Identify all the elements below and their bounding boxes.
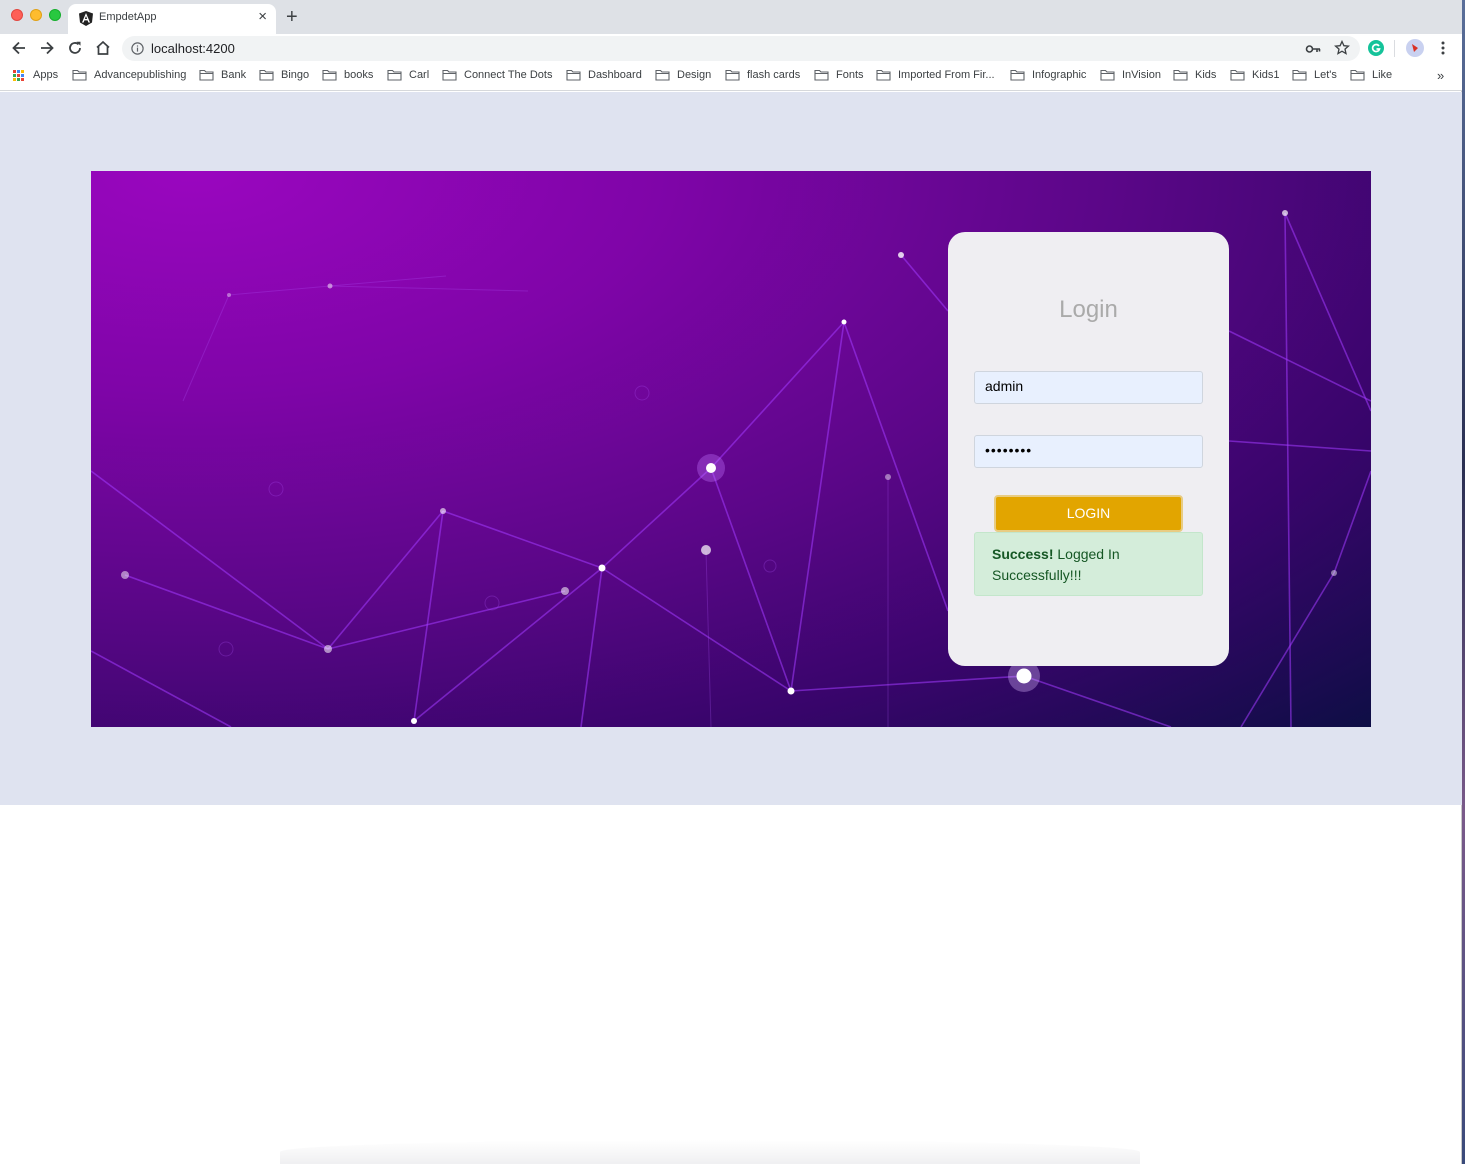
folder-icon <box>1100 69 1115 81</box>
folder-icon <box>655 69 670 81</box>
hero-banner: Login admin •••••••• LOGIN Success! Logg… <box>91 171 1371 727</box>
bottom-shadow <box>280 1140 1140 1164</box>
folder-icon <box>566 69 581 81</box>
username-input[interactable]: admin <box>974 371 1203 404</box>
bookmark-folder[interactable]: InVision <box>1100 69 1161 81</box>
bookmark-folder[interactable]: flash cards <box>725 69 800 81</box>
login-card: Login admin •••••••• LOGIN Success! Logg… <box>948 232 1229 666</box>
success-alert: Success! Logged In Successfully!!! <box>974 532 1203 596</box>
bookmark-label: Advancepublishing <box>94 69 187 81</box>
bookmark-folder[interactable]: Kids1 <box>1230 69 1280 81</box>
home-icon[interactable] <box>93 38 113 58</box>
bookmark-label: Kids1 <box>1252 69 1280 81</box>
apps-grid-icon <box>13 69 24 81</box>
folder-icon <box>72 69 87 81</box>
angular-icon <box>79 11 93 26</box>
bookmark-folder[interactable]: Kids <box>1173 69 1216 81</box>
login-title: Login <box>1059 296 1118 323</box>
folder-icon <box>199 69 214 81</box>
bookmark-folder[interactable]: Dashboard <box>566 69 642 81</box>
folder-icon <box>1292 69 1307 81</box>
profile-bird-icon <box>1412 44 1418 52</box>
close-window-button[interactable] <box>11 9 23 21</box>
bookmark-label: Apps <box>33 69 59 81</box>
login-button[interactable]: LOGIN <box>994 495 1183 532</box>
key-icon[interactable] <box>1305 42 1321 56</box>
forward-arrow-icon[interactable] <box>37 38 57 58</box>
bookmark-label: Design <box>677 69 712 81</box>
folder-icon <box>1230 69 1245 81</box>
bookmark-label: books <box>344 69 374 81</box>
bookmark-folder[interactable]: Imported From Fir... <box>876 69 995 81</box>
reload-icon[interactable] <box>65 38 85 58</box>
toolbar-divider <box>1394 40 1395 57</box>
folder-icon <box>1173 69 1188 81</box>
folder-icon <box>442 69 457 81</box>
url-text[interactable]: localhost:4200 <box>151 41 235 56</box>
bookmark-folder[interactable]: Like <box>1350 69 1392 81</box>
folder-icon <box>1010 69 1025 81</box>
bookmarks-bar: Apps Advancepublishing Bank Bingo books … <box>0 63 1462 91</box>
tab-strip: EmpdetApp × + <box>0 0 1462 34</box>
bookmark-label: Dashboard <box>588 69 642 81</box>
bookmark-label: Let's <box>1314 69 1337 81</box>
menu-dots-icon[interactable] <box>1437 40 1449 56</box>
bookmark-label: Bingo <box>281 69 310 81</box>
bookmark-label: Infographic <box>1032 69 1087 81</box>
tab-title: EmpdetApp <box>99 11 157 23</box>
bookmark-star-icon[interactable] <box>1334 40 1350 56</box>
bookmark-folder[interactable]: Connect The Dots <box>442 69 552 81</box>
bookmark-folder[interactable]: Advancepublishing <box>72 69 186 81</box>
bookmark-label: flash cards <box>747 69 801 81</box>
bookmark-label: Connect The Dots <box>464 69 553 81</box>
address-bar[interactable]: localhost:4200 <box>122 36 1360 61</box>
password-input[interactable]: •••••••• <box>974 435 1203 468</box>
bookmark-folder[interactable]: books <box>322 69 373 81</box>
bookmark-apps[interactable]: Apps <box>13 69 58 81</box>
new-tab-button[interactable]: + <box>286 6 298 28</box>
folder-icon <box>814 69 829 81</box>
maximize-window-button[interactable] <box>49 9 61 21</box>
bookmark-label: Like <box>1372 69 1393 81</box>
bookmark-label: InVision <box>1122 69 1161 81</box>
bookmark-folder[interactable]: Fonts <box>814 69 864 81</box>
folder-icon <box>259 69 274 81</box>
bookmark-folder[interactable]: Design <box>655 69 711 81</box>
browser-window: EmpdetApp × + localhost:4200 Apps Advanc… <box>0 0 1462 1164</box>
bookmark-label: Bank <box>221 69 247 81</box>
tab-empdetapp[interactable]: EmpdetApp × <box>68 4 276 34</box>
minimize-window-button[interactable] <box>30 9 42 21</box>
tab-close-icon[interactable]: × <box>258 9 267 25</box>
page-background: Login admin •••••••• LOGIN Success! Logg… <box>0 92 1462 805</box>
folder-icon <box>387 69 402 81</box>
back-arrow-icon[interactable] <box>9 38 29 58</box>
more-bookmarks-chevron-icon[interactable]: » <box>1437 68 1444 83</box>
bookmark-folder[interactable]: Infographic <box>1010 69 1086 81</box>
grammarly-icon[interactable] <box>1368 40 1384 56</box>
bookmark-label: Carl <box>409 69 430 81</box>
browser-toolbar: localhost:4200 <box>0 34 1462 63</box>
bookmark-folder[interactable]: Carl <box>387 69 429 81</box>
bookmark-label: Imported From Fir... <box>898 69 995 81</box>
profile-avatar[interactable] <box>1406 39 1424 57</box>
bookmark-folder[interactable]: Bank <box>199 69 246 81</box>
folder-icon <box>876 69 891 81</box>
folder-icon <box>1350 69 1365 81</box>
folder-icon <box>725 69 740 81</box>
bookmark-label: Fonts <box>836 69 864 81</box>
info-icon[interactable] <box>131 42 144 55</box>
bookmark-folder[interactable]: Let's <box>1292 69 1337 81</box>
alert-strong-text: Success! <box>992 546 1054 562</box>
bookmark-folder[interactable]: Bingo <box>259 69 309 81</box>
bookmark-label: Kids <box>1195 69 1217 81</box>
folder-icon <box>322 69 337 81</box>
